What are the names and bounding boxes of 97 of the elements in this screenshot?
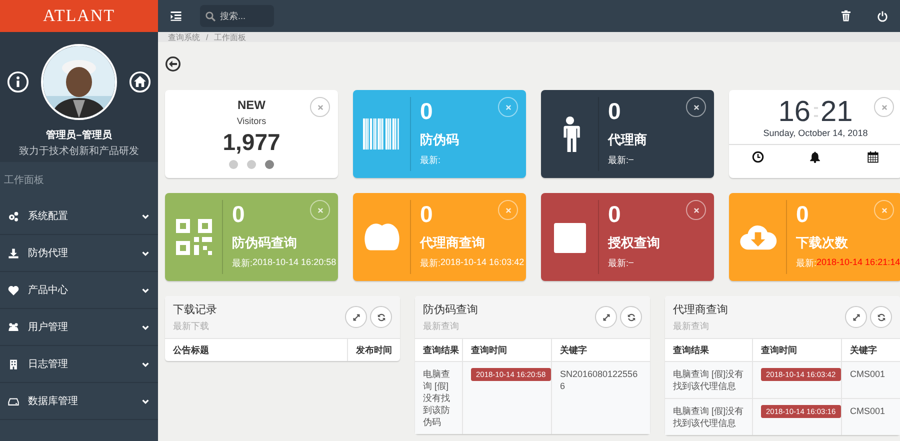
chevron-icon bbox=[141, 286, 150, 294]
carousel-dot[interactable] bbox=[247, 160, 256, 169]
menu-icon[interactable] bbox=[170, 10, 182, 22]
search-field[interactable]: 搜索... bbox=[200, 5, 274, 27]
bell-icon[interactable] bbox=[809, 151, 822, 163]
column-header: 发布时间 bbox=[348, 339, 400, 361]
nav-icon bbox=[8, 210, 19, 222]
chevron-icon bbox=[141, 322, 150, 332]
panel-subtitle: 最新查询 bbox=[673, 320, 710, 332]
latest-value: 2018-10-14 16:21:14 bbox=[816, 257, 900, 269]
latest-label: 最新: bbox=[232, 257, 253, 270]
nav-icon bbox=[8, 284, 19, 296]
power-icon[interactable] bbox=[877, 10, 888, 22]
expand-icon bbox=[352, 312, 360, 322]
tile-label: 下载次数 bbox=[796, 234, 848, 252]
chevron-icon bbox=[141, 396, 150, 406]
expand-button[interactable] bbox=[845, 306, 867, 328]
tile-title: NEW bbox=[238, 98, 266, 112]
tile-label: 授权查询 bbox=[608, 234, 660, 252]
tile-count: 0 bbox=[232, 201, 245, 227]
clock-icon[interactable] bbox=[752, 151, 764, 163]
table-cell: CMS001 bbox=[842, 398, 900, 435]
close-icon bbox=[316, 206, 324, 214]
tile-count: 0 bbox=[420, 98, 433, 124]
close-icon bbox=[880, 206, 888, 214]
latest-label: 最新: bbox=[608, 257, 629, 270]
tile-count: 0 bbox=[420, 201, 433, 227]
latest-value: – bbox=[628, 154, 634, 166]
column-header: 关键字 bbox=[842, 339, 900, 362]
info-icon[interactable] bbox=[7, 71, 29, 93]
refresh-button[interactable] bbox=[620, 306, 642, 328]
panel-title: 代理商查询 bbox=[673, 302, 729, 316]
refresh-button[interactable] bbox=[370, 306, 392, 328]
chevron-icon bbox=[141, 248, 150, 258]
nav-section-label: 工作面板 bbox=[3, 174, 45, 188]
trash-icon[interactable] bbox=[840, 10, 852, 22]
nav-icon bbox=[8, 322, 19, 332]
home-icon[interactable] bbox=[129, 71, 151, 93]
latest-label: 最新: bbox=[420, 257, 441, 270]
refresh-icon bbox=[626, 312, 636, 322]
table-cell: 电脑查询 [假]没有找到该代理信息 bbox=[665, 362, 752, 398]
tile-subtitle: Visitors bbox=[236, 116, 266, 126]
tile-label: 代理商 bbox=[608, 131, 647, 149]
refresh-icon bbox=[876, 312, 886, 322]
expand-button[interactable] bbox=[595, 306, 617, 328]
tile-count: 0 bbox=[608, 201, 621, 227]
table-cell: 电脑查询 [假]没有找到该代理信息 bbox=[665, 398, 752, 435]
expand-button[interactable] bbox=[345, 306, 367, 328]
expand-icon bbox=[852, 312, 860, 322]
carousel-dot[interactable] bbox=[229, 160, 238, 169]
tile-count: 0 bbox=[796, 201, 809, 227]
clock-hours: 16 bbox=[778, 97, 810, 127]
latest-label: 最新: bbox=[608, 154, 629, 167]
qr-code-icon bbox=[174, 219, 212, 255]
panel-title: 下载记录 bbox=[173, 302, 218, 316]
table-cell: SN20160801225566 bbox=[552, 362, 650, 434]
close-icon bbox=[880, 104, 888, 110]
close-icon bbox=[504, 206, 512, 214]
panel-subtitle: 最新查询 bbox=[423, 320, 460, 332]
column-header: 关键字 bbox=[552, 339, 650, 362]
panel-subtitle: 最新下载 bbox=[173, 320, 210, 332]
profile-name: 管理员–管理员 bbox=[46, 128, 112, 142]
column-header: 公告标题 bbox=[165, 339, 348, 361]
nav-icon bbox=[8, 396, 19, 406]
tile-label: 代理商查询 bbox=[420, 234, 485, 252]
close-icon bbox=[504, 104, 512, 110]
table-cell: 电脑查询 [假]没有找到该防伪码 bbox=[415, 362, 462, 434]
breadcrumb-separator: / bbox=[206, 33, 208, 42]
close-icon bbox=[692, 206, 700, 214]
profile-motto: 致力于技术创新和产品研发 bbox=[19, 144, 139, 158]
search-icon bbox=[205, 10, 216, 22]
latest-label: 最新: bbox=[796, 257, 817, 270]
nav-icon bbox=[8, 358, 19, 370]
clock-date: Sunday, October 14, 2018 bbox=[763, 128, 868, 138]
latest-value: 2018-10-14 16:03:42 bbox=[440, 257, 524, 269]
chevron-icon bbox=[141, 360, 150, 368]
chevron-icon bbox=[141, 212, 150, 220]
nav-icon bbox=[8, 248, 19, 258]
visitor-count: 1,977 bbox=[222, 129, 280, 156]
panel-title: 防伪码查询 bbox=[423, 302, 479, 316]
refresh-icon bbox=[376, 312, 386, 322]
carousel-dot[interactable] bbox=[265, 160, 274, 169]
close-icon bbox=[692, 104, 700, 110]
tile-count: 0 bbox=[608, 98, 621, 124]
latest-value: – bbox=[628, 257, 634, 269]
barcode-icon bbox=[362, 116, 400, 152]
refresh-button[interactable] bbox=[870, 306, 892, 328]
tile-label: 防伪码 bbox=[420, 131, 459, 149]
table-cell: CMS001 bbox=[842, 362, 900, 398]
tile-label: 防伪码查询 bbox=[232, 234, 297, 252]
latest-label: 最新: bbox=[420, 154, 441, 167]
clock-minutes: 21 bbox=[820, 97, 853, 127]
latest-value: 2018-10-14 16:20:58 bbox=[252, 257, 336, 269]
close-icon bbox=[316, 104, 324, 110]
expand-icon bbox=[602, 312, 610, 322]
calendar-icon[interactable] bbox=[867, 151, 880, 163]
back-icon[interactable] bbox=[165, 56, 181, 72]
